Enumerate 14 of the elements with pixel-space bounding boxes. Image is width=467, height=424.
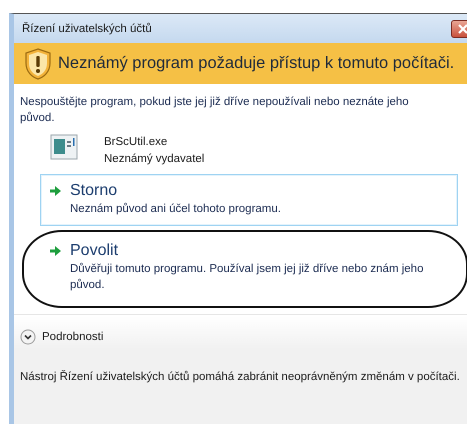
program-publisher: Neznámý vydavatel	[104, 152, 204, 167]
warning-text: Nespouštějte program, pokud jste jej již dříve nepoužívali nebo neznáte jeho původ.	[20, 95, 410, 126]
details-toggle[interactable]: Podrobnosti	[20, 329, 104, 345]
option-button[interactable]: Povolit Důvěřuji tomuto programu. Používal jsem jej již dříve nebo znám jeho původ.	[40, 234, 458, 302]
arrow-icon	[49, 185, 62, 197]
banner-text: Neznámý program požaduje přístup k tomuto počítači.	[58, 54, 454, 73]
close-icon	[456, 24, 467, 34]
program-name: BrScUtil.exe	[104, 135, 168, 150]
option-button[interactable]: Storno Neznám původ ani účel tohoto programu.	[40, 174, 458, 226]
footer-text: Nástroj Řízení uživatelských účtů pomáhá zabránit neoprávněným změnám v počítači.	[20, 369, 460, 385]
window-title: Řízení uživatelských účtů	[22, 22, 152, 34]
program-icon	[50, 134, 78, 160]
arrow-icon	[49, 245, 62, 257]
shield-warning-icon	[24, 48, 52, 80]
